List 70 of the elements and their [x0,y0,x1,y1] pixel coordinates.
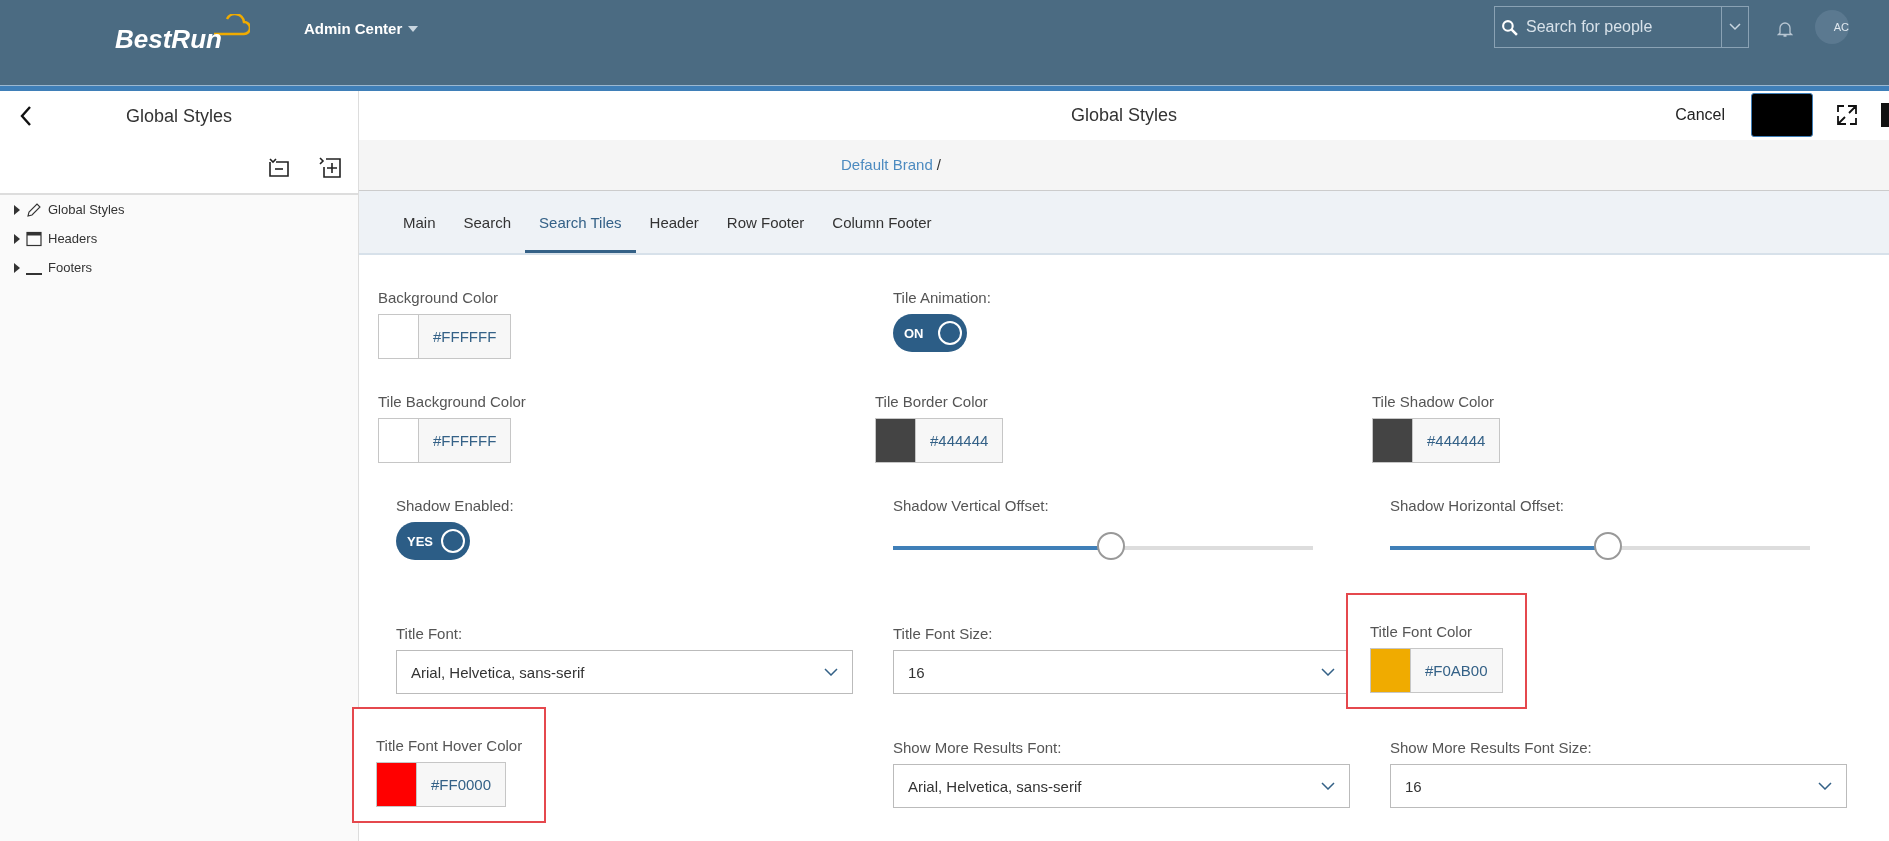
color-picker[interactable]: #444444 [875,418,1004,463]
tree-item[interactable]: Global Styles [48,202,125,217]
tab[interactable]: Row Footer [712,191,819,253]
color-picker[interactable]: #FFFFFF [378,314,512,359]
chevron-down-icon [1729,23,1741,31]
color-picker[interactable]: #F0AB00 [1370,648,1503,693]
chevron-down-icon [1321,782,1335,790]
tab[interactable]: Search [449,191,526,253]
chevron-down-icon [1321,668,1335,676]
field-label: Shadow Enabled: [396,497,514,514]
field-label: Shadow Horizontal Offset: [1390,497,1564,514]
cancel-button[interactable]: Cancel [1675,106,1725,125]
tab[interactable]: Main [389,191,450,253]
collapse-all-icon[interactable] [267,155,291,179]
color-value: #F0AB00 [1411,649,1502,692]
avatar[interactable]: AC [1815,10,1849,44]
dropdown-field[interactable]: Arial, Helvetica, sans-serif [893,764,1350,808]
toggle-switch[interactable]: ON [893,314,967,352]
field-label: Title Font Size: [893,625,993,642]
underline-icon [26,272,42,275]
collapsed-arrow-icon[interactable] [14,233,20,244]
toggle-switch[interactable]: YES [396,522,470,560]
field-label: Shadow Vertical Offset: [893,497,1049,514]
field-label: Background Color [378,289,499,306]
field-label: Title Font: [396,625,463,642]
tree-item[interactable]: Footers [48,260,93,275]
tab[interactable]: Column Footer [818,191,946,253]
field-label: Title Font Hover Color [376,737,523,754]
admin-menu-button[interactable]: Admin Center [303,20,419,37]
page-title: Global Styles [1070,104,1178,126]
back-icon[interactable] [20,106,32,126]
color-value: #FFFFFF [419,315,511,358]
breadcrumb-separator: / [936,156,941,174]
color-value: #FF0000 [417,763,506,806]
expand-all-icon[interactable] [318,155,342,179]
save-button[interactable] [1751,93,1813,138]
chevron-down-icon [824,668,838,676]
chevron-down-icon [1818,782,1832,790]
search-icon [1501,18,1518,36]
field-label: Title Font Color [1370,623,1472,640]
color-value: #444444 [1413,419,1500,462]
window-icon [26,230,42,247]
slider-thumb[interactable] [1097,532,1126,560]
fullscreen-icon[interactable] [1835,103,1859,128]
tab[interactable]: Header [635,191,713,253]
field-label: Tile Background Color [378,393,526,410]
color-picker[interactable]: #444444 [1372,418,1501,463]
collapsed-arrow-icon[interactable] [14,204,20,215]
color-picker[interactable]: #FF0000 [376,762,507,807]
dropdown-field[interactable]: Arial, Helvetica, sans-serif [396,650,853,694]
slider-thumb[interactable] [1594,532,1623,560]
field-label: Tile Shadow Color [1372,393,1494,410]
caret-icon [408,25,419,32]
field-label: Tile Animation: [893,289,991,306]
color-value: #FFFFFF [419,419,511,462]
tree-item[interactable]: Headers [48,231,98,246]
tab[interactable]: Search Tiles [525,191,636,253]
collapsed-arrow-icon[interactable] [14,262,20,273]
search-input[interactable]: Search for people [1524,17,1715,37]
field-label: Tile Border Color [875,393,988,410]
logo[interactable]: BestRun [115,24,222,55]
pencil-icon [26,201,42,218]
search-field[interactable]: Search for people [1494,6,1749,48]
field-label: Show More Results Font: [893,739,1062,756]
panel-title: Global Styles [126,105,233,127]
color-picker[interactable]: #FFFFFF [378,418,512,463]
bell-icon[interactable] [1777,20,1793,38]
color-value: #444444 [916,419,1003,462]
dropdown-field[interactable]: 16 [1390,764,1847,808]
field-label: Show More Results Font Size: [1390,739,1592,756]
